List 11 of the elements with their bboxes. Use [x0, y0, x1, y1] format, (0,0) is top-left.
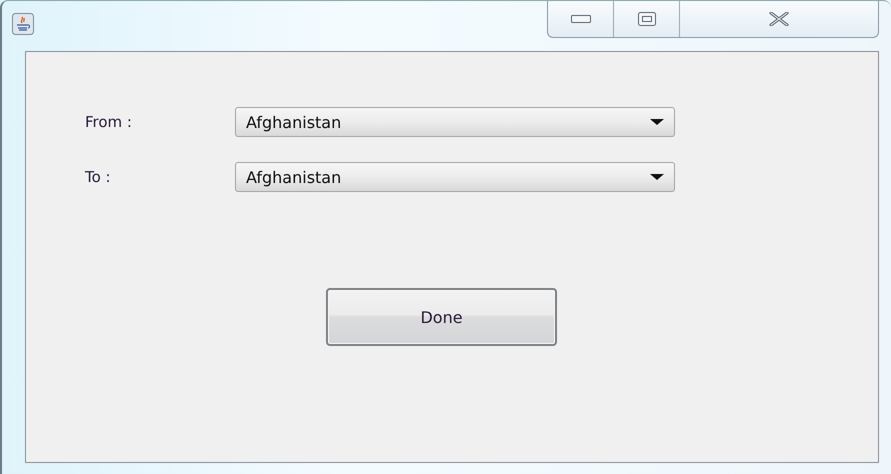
field-label: From :	[85, 113, 133, 131]
dropdown-arrow-icon	[650, 119, 664, 125]
dropdown-arrow-icon	[650, 174, 664, 180]
java-app-icon	[12, 13, 34, 35]
country-dropdown[interactable]: Afghanistan	[235, 107, 675, 137]
close-icon[interactable]	[769, 12, 789, 26]
done-button[interactable]: Done	[326, 288, 557, 346]
minimize-icon[interactable]	[570, 15, 590, 23]
country-dropdown[interactable]: Afghanistan	[235, 162, 675, 192]
field-label: To :	[85, 168, 112, 186]
maximize-icon[interactable]	[638, 12, 656, 26]
